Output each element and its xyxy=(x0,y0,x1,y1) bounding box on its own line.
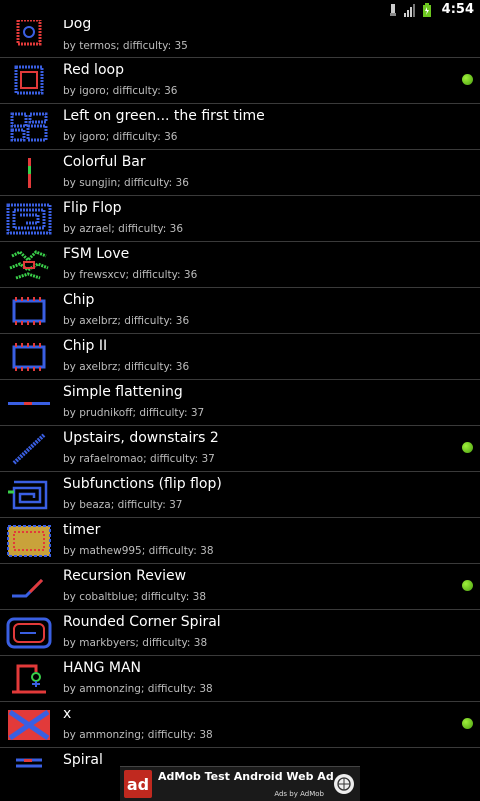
level-row[interactable]: Chip by axelbrz; difficulty: 36 xyxy=(0,288,480,334)
ad-subtitle: Ads by AdMob xyxy=(274,790,324,798)
level-author: by igoro; difficulty: 36 xyxy=(63,85,178,97)
level-row[interactable]: timer by mathew995; difficulty: 38 xyxy=(0,518,480,564)
level-title: Red loop xyxy=(63,62,124,78)
level-author: by frewsxcv; difficulty: 36 xyxy=(63,269,198,281)
level-title: Upstairs, downstairs 2 xyxy=(63,430,219,446)
battery-charging-icon xyxy=(422,2,431,17)
level-author: by sungjin; difficulty: 36 xyxy=(63,177,189,189)
completed-indicator xyxy=(462,718,473,729)
level-row[interactable]: Recursion Review by cobaltblue; difficul… xyxy=(0,564,480,610)
level-row[interactable]: Upstairs, downstairs 2 by rafaelromao; d… xyxy=(0,426,480,472)
level-thumbnail xyxy=(12,578,44,598)
ad-banner[interactable]: ad AdMob Test Android Web Ad Ads by AdMo… xyxy=(120,766,360,801)
globe-icon[interactable] xyxy=(334,774,354,794)
level-author: by axelbrz; difficulty: 36 xyxy=(63,361,190,373)
level-list[interactable]: Dog by termos; difficulty: 35 Red loop b… xyxy=(0,0,480,800)
level-row[interactable]: Colorful Bar by sungjin; difficulty: 36 xyxy=(0,150,480,196)
level-author: by beaza; difficulty: 37 xyxy=(63,499,183,511)
level-thumbnail xyxy=(16,758,42,768)
admob-logo: ad xyxy=(124,770,152,798)
level-thumbnail xyxy=(12,664,46,694)
level-thumbnail xyxy=(28,158,31,188)
level-thumbnail xyxy=(6,617,52,649)
level-thumbnail xyxy=(9,250,49,280)
level-row[interactable]: Flip Flop by azrael; difficulty: 36 xyxy=(0,196,480,242)
status-icons: 4:54 xyxy=(388,2,474,17)
level-author: by mathew995; difficulty: 38 xyxy=(63,545,214,557)
level-title: Subfunctions (flip flop) xyxy=(63,476,222,492)
level-thumbnail xyxy=(12,343,46,371)
level-thumbnail xyxy=(7,525,51,557)
level-title: FSM Love xyxy=(63,246,130,262)
level-author: by ammonzing; difficulty: 38 xyxy=(63,683,213,695)
completed-indicator xyxy=(462,74,473,85)
level-row[interactable]: Chip II by axelbrz; difficulty: 36 xyxy=(0,334,480,380)
level-row[interactable]: Rounded Corner Spiral by markbyers; diff… xyxy=(0,610,480,656)
level-title: timer xyxy=(63,522,101,538)
level-author: by azrael; difficulty: 36 xyxy=(63,223,184,235)
level-title: Left on green... the first time xyxy=(63,108,265,124)
level-author: by prudnikoff; difficulty: 37 xyxy=(63,407,205,419)
level-thumbnail xyxy=(12,297,46,325)
level-thumbnail xyxy=(8,402,50,405)
level-title: Rounded Corner Spiral xyxy=(63,614,221,630)
level-thumbnail xyxy=(10,112,48,142)
level-title: Recursion Review xyxy=(63,568,187,584)
signal-icon xyxy=(403,3,415,17)
level-title: Chip II xyxy=(63,338,108,354)
level-title: HANG MAN xyxy=(63,660,142,676)
level-row[interactable]: FSM Love by frewsxcv; difficulty: 36 xyxy=(0,242,480,288)
level-title: x xyxy=(63,706,72,722)
level-row[interactable]: Red loop by igoro; difficulty: 36 xyxy=(0,58,480,104)
completed-indicator xyxy=(462,580,473,591)
level-row[interactable]: Subfunctions (flip flop) by beaza; diffi… xyxy=(0,472,480,518)
level-row[interactable]: HANG MAN by ammonzing; difficulty: 38 xyxy=(0,656,480,702)
ad-title: AdMob Test Android Web Ad xyxy=(158,770,334,783)
level-title: Colorful Bar xyxy=(63,154,146,170)
level-title: Flip Flop xyxy=(63,200,122,216)
level-row[interactable]: Left on green... the first time by igoro… xyxy=(0,104,480,150)
level-row[interactable]: x by ammonzing; difficulty: 38 xyxy=(0,702,480,748)
completed-indicator xyxy=(462,442,473,453)
level-author: by cobaltblue; difficulty: 38 xyxy=(63,591,207,603)
level-thumbnail xyxy=(8,709,50,741)
level-author: by termos; difficulty: 35 xyxy=(63,40,188,52)
level-thumbnail xyxy=(6,203,52,235)
level-author: by rafaelromao; difficulty: 37 xyxy=(63,453,215,465)
level-title: Spiral xyxy=(63,752,103,768)
clock: 4:54 xyxy=(441,2,474,17)
level-author: by ammonzing; difficulty: 38 xyxy=(63,729,213,741)
level-thumbnail xyxy=(8,480,48,510)
status-bar: 4:54 xyxy=(0,0,480,20)
level-title: Simple flattening xyxy=(63,384,183,400)
level-author: by axelbrz; difficulty: 36 xyxy=(63,315,190,327)
level-thumbnail xyxy=(14,65,44,95)
usb-icon xyxy=(389,3,396,16)
level-row[interactable]: Simple flattening by prudnikoff; difficu… xyxy=(0,380,480,426)
level-author: by markbyers; difficulty: 38 xyxy=(63,637,208,649)
level-thumbnail xyxy=(16,18,42,46)
level-title: Chip xyxy=(63,292,95,308)
level-author: by igoro; difficulty: 36 xyxy=(63,131,178,143)
level-thumbnail xyxy=(12,433,46,465)
